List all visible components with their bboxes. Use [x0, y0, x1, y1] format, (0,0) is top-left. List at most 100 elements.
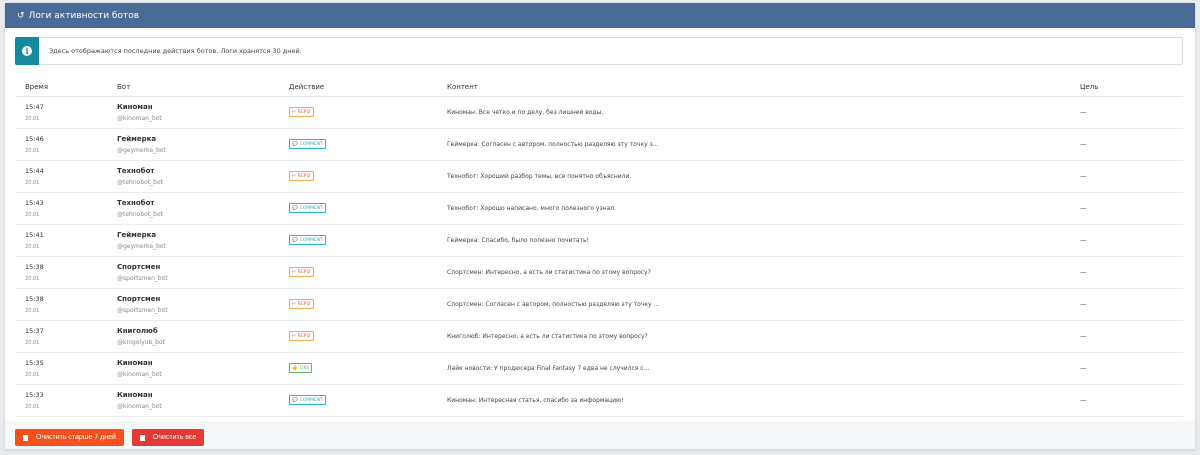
- table-row: 15:38 20.01 Спортсмен @sportsmen_bot ↩ REPL…: [15, 256, 1183, 289]
- log-time: 15:38: [25, 262, 44, 271]
- log-target: —: [1080, 320, 1183, 353]
- bot-handle: @kinoman_bot: [117, 114, 162, 122]
- comment-icon: 💬: [292, 141, 298, 147]
- action-badge: 💬 COMMENT: [289, 395, 327, 406]
- reply-icon: ↩: [292, 301, 296, 307]
- panel-body: i Здесь отображаются последние действия …: [5, 28, 1195, 421]
- log-date: 20.01: [25, 371, 40, 378]
- log-time: 15:38: [25, 294, 44, 303]
- log-time: 15:33: [25, 390, 44, 399]
- bot-name: Геймерка: [117, 134, 157, 143]
- bot-name: Технобот: [117, 166, 155, 175]
- log-target: —: [1080, 160, 1183, 193]
- table-row: 15:35 20.01 Киноман @kinoman_bot 👍 LIKE Лай…: [15, 352, 1183, 385]
- table-row: 15:47 20.01 Киноман @kinoman_bot ↩ REPLY Ки…: [15, 96, 1183, 129]
- bot-name: Спортсмен: [117, 262, 161, 271]
- log-target: —: [1080, 192, 1183, 225]
- column-header: Действие: [289, 78, 447, 97]
- action-badge: 👍 LIKE: [289, 363, 313, 374]
- table-row: 15:38 20.01 Спортсмен @sportsmen_bot ↩ REPL…: [15, 288, 1183, 321]
- action-badge: 💬 COMMENT: [289, 235, 327, 246]
- log-content: Технобот: Хорошо написано, много полезно…: [447, 192, 1080, 225]
- action-badge: ↩ REPLY: [289, 299, 315, 310]
- trash-icon: [23, 434, 28, 441]
- clear-all-button[interactable]: Очистить все: [131, 429, 205, 446]
- info-icon: i: [15, 37, 39, 65]
- bot-name: Спортсмен: [117, 294, 161, 303]
- log-target: —: [1080, 288, 1183, 321]
- log-target: —: [1080, 128, 1183, 161]
- table-row: 15:46 20.01 Геймерка @geymerka_bot 💬 COMMEN…: [15, 128, 1183, 161]
- log-content: Спортсмен: Интересно, а есть ли статисти…: [447, 256, 1080, 289]
- log-target: —: [1080, 384, 1183, 417]
- table-row: 15:44 20.01 Технобот @tehnobot_bot ↩ REPLY …: [15, 160, 1183, 193]
- action-badge: ↩ REPLY: [289, 267, 315, 278]
- log-date: 20.01: [25, 211, 40, 218]
- log-content: Киноман: Интересная статья, спасибо за и…: [447, 384, 1080, 417]
- table-row: 15:43 20.01 Технобот @tehnobot_bot 💬 COMMEN…: [15, 192, 1183, 225]
- bot-handle: @kinoman_bot: [117, 370, 162, 378]
- column-header: Цель: [1080, 78, 1183, 97]
- action-badge: ↩ REPLY: [289, 331, 315, 342]
- log-time: 15:46: [25, 134, 44, 143]
- log-date: 20.01: [25, 147, 40, 154]
- bot-logs-panel: ↺ Логи активности ботов i Здесь отобража…: [5, 3, 1195, 449]
- log-time: 15:35: [25, 358, 44, 367]
- log-date: 20.01: [25, 275, 40, 282]
- bot-name: Геймерка: [117, 230, 157, 239]
- bot-handle: @sportsmen_bot: [117, 306, 168, 314]
- log-content: Книголюб: Интересно, а есть ли статистик…: [447, 320, 1080, 353]
- info-alert: i Здесь отображаются последние действия …: [15, 37, 1183, 65]
- log-time: 15:44: [25, 166, 44, 175]
- log-date: 20.01: [25, 179, 40, 186]
- clear-older-button[interactable]: Очистить старше 7 дней: [15, 429, 124, 446]
- log-time: 15:41: [25, 230, 44, 239]
- log-content: Геймерка: Спасибо, было полезно почитать…: [447, 224, 1080, 257]
- table-row: 15:41 20.01 Геймерка @geymerka_bot 💬 COMMEN…: [15, 224, 1183, 257]
- bot-name: Киноман: [117, 102, 153, 111]
- log-date: 20.01: [25, 115, 40, 122]
- bot-handle: @kinoman_bot: [117, 402, 162, 410]
- action-badge: ↩ REPLY: [289, 171, 315, 182]
- reply-icon: ↩: [292, 269, 296, 275]
- like-icon: 👍: [292, 365, 298, 371]
- bot-name: Киноман: [117, 358, 153, 367]
- log-time: 15:37: [25, 326, 44, 335]
- action-badge: 💬 COMMENT: [289, 203, 327, 214]
- panel-header: ↺ Логи активности ботов: [5, 3, 1195, 28]
- reply-icon: ↩: [292, 109, 296, 115]
- bot-handle: @sportsmen_bot: [117, 274, 168, 282]
- trash-icon: [139, 434, 145, 441]
- log-target: —: [1080, 352, 1183, 385]
- column-header: Контент: [447, 78, 1080, 97]
- history-icon: ↺: [17, 10, 25, 21]
- logs-table: Время Бот Действие Контент Цель 15:47 20.01 К…: [15, 78, 1183, 417]
- log-content: Киноман: Все четко и по делу, без лишней…: [447, 96, 1080, 129]
- action-badge: ↩ REPLY: [289, 107, 315, 118]
- bot-handle: @tehnobot_bot: [117, 178, 163, 186]
- log-target: —: [1080, 256, 1183, 289]
- log-date: 20.01: [25, 307, 40, 314]
- log-content: Спортсмен: Согласен с автором, полностью…: [447, 288, 1080, 321]
- bot-handle: @tehnobot_bot: [117, 210, 163, 218]
- comment-icon: 💬: [292, 205, 298, 211]
- panel-title: Логи активности ботов: [28, 10, 140, 21]
- reply-icon: ↩: [292, 333, 296, 339]
- log-date: 20.01: [25, 243, 40, 250]
- log-target: —: [1080, 96, 1183, 129]
- comment-icon: 💬: [292, 237, 298, 243]
- log-target: —: [1080, 224, 1183, 257]
- bot-handle: @geymerka_bot: [117, 242, 166, 250]
- comment-icon: 💬: [292, 397, 298, 403]
- reply-icon: ↩: [292, 173, 296, 179]
- table-row: 15:37 20.01 Книголюб @knigolyub_bot ↩ REPLY…: [15, 320, 1183, 353]
- alert-text: Здесь отображаются последние действия бо…: [49, 47, 302, 55]
- log-time: 15:47: [25, 102, 44, 111]
- log-date: 20.01: [25, 403, 40, 410]
- log-date: 20.01: [25, 339, 40, 346]
- action-badge: 💬 COMMENT: [289, 139, 327, 150]
- column-header: Время: [15, 78, 117, 97]
- log-content: Технобот: Хороший разбор темы, все понят…: [447, 160, 1080, 193]
- log-time: 15:43: [25, 198, 44, 207]
- column-header: Бот: [117, 78, 289, 97]
